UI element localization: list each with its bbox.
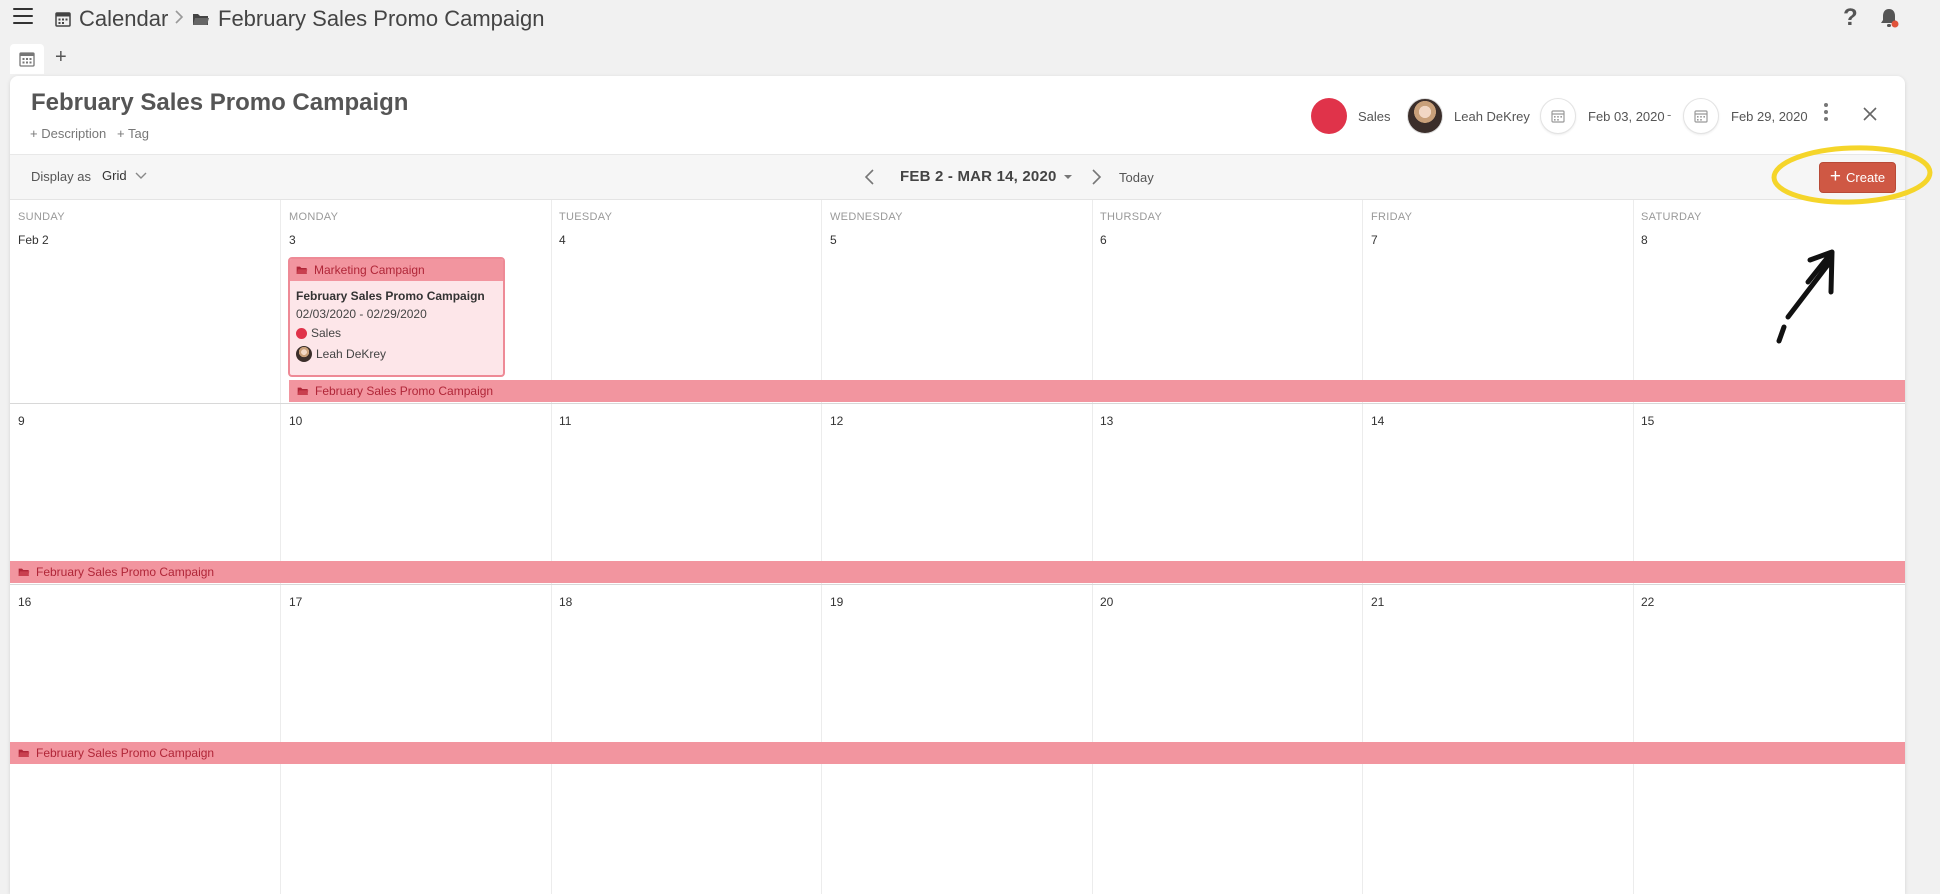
calendar-grid: SUNDAY MONDAY TUESDAY WEDNESDAY THURSDAY… — [10, 200, 1905, 894]
day-name: MONDAY — [289, 211, 339, 223]
chevron-down-icon — [135, 172, 147, 179]
day-cell-date[interactable]: 18 — [559, 595, 572, 609]
breadcrumb-campaign[interactable]: February Sales Promo Campaign — [192, 6, 544, 32]
folder-icon — [193, 14, 209, 25]
campaign-bar[interactable]: February Sales Promo Campaign — [10, 561, 1905, 583]
help-icon[interactable]: ? — [1843, 4, 1858, 32]
day-cell-date[interactable]: 6 — [1100, 233, 1107, 247]
team-selector[interactable]: Sales — [1311, 98, 1391, 134]
campaign-bar-label: February Sales Promo Campaign — [36, 746, 215, 760]
calendar-icon — [19, 52, 35, 67]
breadcrumb-calendar-label: Calendar — [79, 6, 169, 31]
day-cell-date[interactable]: 4 — [559, 233, 566, 247]
folder-icon — [18, 568, 30, 576]
date-separator: - — [1667, 107, 1672, 122]
owner-selector[interactable]: Leah DeKrey — [1407, 98, 1530, 134]
bell-icon[interactable] — [1878, 7, 1900, 29]
display-as-value: Grid — [102, 168, 127, 183]
event-card-title: February Sales Promo Campaign — [296, 289, 485, 303]
day-cell-date[interactable]: 22 — [1641, 595, 1654, 609]
calendar-icon[interactable] — [1683, 98, 1719, 134]
page-title: February Sales Promo Campaign — [31, 89, 409, 116]
team-color-dot — [1311, 98, 1347, 134]
plus-icon: + — [1829, 165, 1842, 187]
day-cell-date[interactable]: 7 — [1371, 233, 1378, 247]
hamburger-icon[interactable] — [13, 8, 33, 24]
event-card-team: Sales — [296, 326, 341, 340]
day-cell-date[interactable]: 21 — [1371, 595, 1384, 609]
day-cell-date[interactable]: 12 — [830, 414, 843, 428]
day-name: THURSDAY — [1100, 211, 1163, 223]
start-date-picker[interactable]: Feb 03, 2020 — [1540, 98, 1665, 134]
breadcrumb-campaign-label: February Sales Promo Campaign — [218, 6, 545, 31]
folder-icon — [297, 387, 309, 395]
event-card-dates: 02/03/2020 - 02/29/2020 — [296, 307, 427, 321]
caret-down-icon — [1063, 174, 1072, 179]
day-cell-date[interactable]: 17 — [289, 595, 302, 609]
display-as-label: Display as — [31, 169, 91, 184]
day-cell-date[interactable]: 11 — [559, 414, 571, 428]
event-card-type: Marketing Campaign — [314, 263, 425, 277]
today-button[interactable]: Today — [1119, 170, 1154, 185]
calendar-icon[interactable] — [1540, 98, 1576, 134]
breadcrumb-calendar[interactable]: Calendar — [55, 6, 168, 32]
campaign-bar[interactable]: February Sales Promo Campaign — [289, 380, 1905, 402]
day-cell-date[interactable]: 19 — [830, 595, 843, 609]
end-date-picker[interactable]: Feb 29, 2020 — [1683, 98, 1808, 134]
campaign-bar-label: February Sales Promo Campaign — [36, 565, 215, 579]
event-card[interactable]: Marketing Campaign February Sales Promo … — [288, 257, 505, 377]
day-cell-date[interactable]: 20 — [1100, 595, 1113, 609]
chevron-right-icon[interactable] — [1088, 167, 1104, 187]
create-button[interactable]: + Create — [1819, 162, 1896, 193]
day-name: SUNDAY — [18, 211, 65, 223]
calendar-toolbar: Display as Grid FEB 2 - MAR 14, 2020 Tod… — [10, 154, 1905, 200]
display-as-dropdown[interactable]: Grid — [102, 168, 147, 183]
date-range-dropdown[interactable]: FEB 2 - MAR 14, 2020 — [900, 168, 1073, 185]
event-card-owner-name: Leah DeKrey — [316, 347, 387, 361]
chevron-right-icon — [175, 10, 184, 24]
event-card-header: Marketing Campaign — [290, 259, 503, 281]
add-tag-link[interactable]: + Tag — [117, 126, 149, 141]
create-label: Create — [1846, 170, 1886, 185]
campaign-panel: February Sales Promo Campaign + Descript… — [10, 76, 1905, 894]
kebab-icon[interactable] — [1823, 103, 1829, 125]
day-cell-date[interactable]: 14 — [1371, 414, 1384, 428]
date-range-label: FEB 2 - MAR 14, 2020 — [900, 168, 1057, 185]
event-card-owner: Leah DeKrey — [296, 346, 386, 362]
avatar — [296, 346, 312, 362]
day-cell-date[interactable]: 16 — [18, 595, 31, 609]
top-bar: Calendar February Sales Promo Campaign ? — [0, 0, 1940, 36]
add-tab-button[interactable]: + — [55, 46, 67, 69]
day-cell-date[interactable]: 10 — [289, 414, 302, 428]
team-color-dot — [296, 327, 307, 339]
folder-icon — [296, 266, 308, 274]
day-cell-date[interactable]: 8 — [1641, 233, 1648, 247]
close-icon[interactable] — [1860, 104, 1880, 124]
day-cell-date[interactable]: 13 — [1100, 414, 1113, 428]
end-date: Feb 29, 2020 — [1731, 108, 1808, 124]
start-date: Feb 03, 2020 — [1588, 108, 1665, 124]
tab-calendar[interactable] — [10, 44, 44, 74]
event-card-team-label: Sales — [311, 326, 342, 340]
chevron-left-icon[interactable] — [862, 167, 878, 187]
day-name: SATURDAY — [1641, 211, 1702, 223]
folder-icon — [18, 749, 30, 757]
day-name: WEDNESDAY — [830, 211, 903, 223]
team-label: Sales — [1358, 108, 1391, 124]
avatar — [1407, 98, 1443, 134]
campaign-bar-label: February Sales Promo Campaign — [315, 384, 494, 398]
day-cell-date[interactable]: 9 — [18, 414, 25, 428]
day-cell-date[interactable]: 5 — [830, 233, 837, 247]
day-name: FRIDAY — [1371, 211, 1413, 223]
add-description-link[interactable]: + Description — [30, 126, 106, 141]
owner-name: Leah DeKrey — [1454, 108, 1530, 124]
day-cell-date[interactable]: 3 — [289, 233, 296, 247]
day-cell-date[interactable]: 15 — [1641, 414, 1654, 428]
day-name: TUESDAY — [559, 211, 613, 223]
calendar-icon — [55, 12, 71, 27]
campaign-bar[interactable]: February Sales Promo Campaign — [10, 742, 1905, 764]
day-cell-date[interactable]: Feb 2 — [18, 233, 49, 247]
